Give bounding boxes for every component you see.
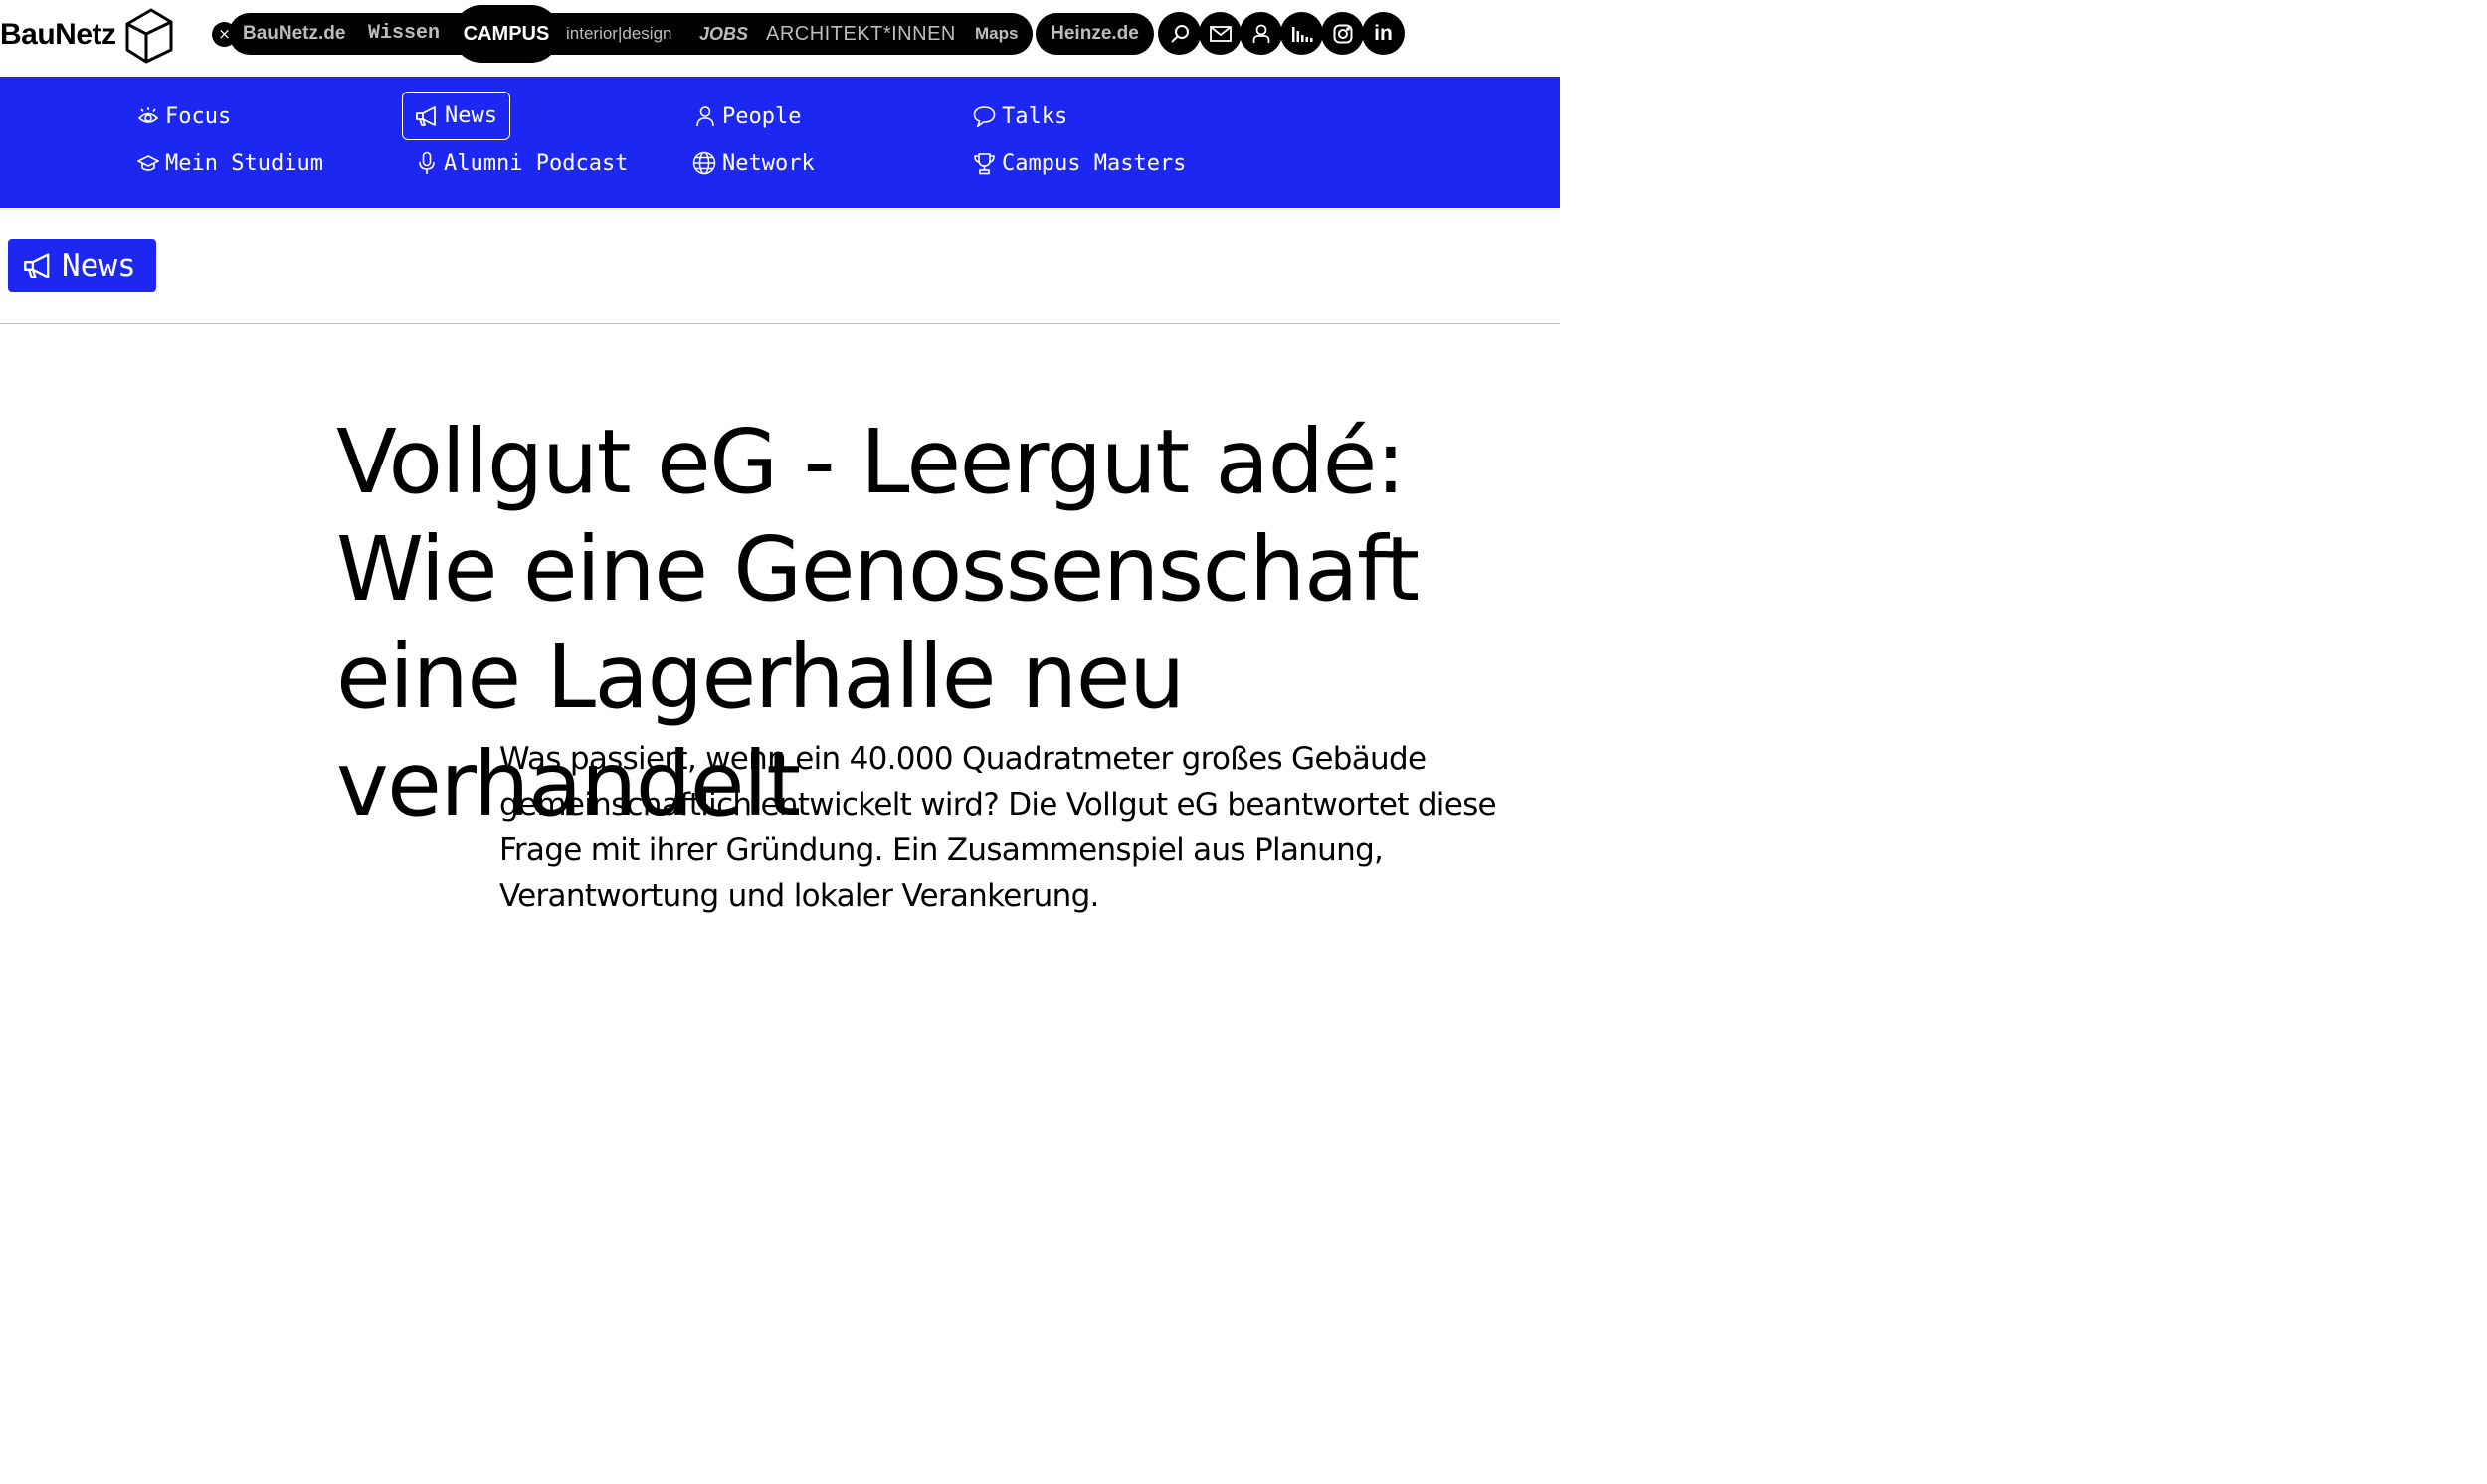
nav-item-label: News [445,103,497,128]
site-link-jobs[interactable]: JOBS [699,13,748,55]
nav-item-network[interactable]: Network [692,147,815,179]
top-bar: BauNetz × BauNetz.de Wissen CAMPUS inter… [0,0,1560,77]
chart-icon [1291,26,1312,42]
site-link-heinze[interactable]: Heinze.de [1036,13,1154,55]
newsletter-button[interactable] [1199,12,1242,55]
campus-nav: Focus Mein Studium News Alumni Podcast P… [0,77,1560,208]
user-icon [1252,24,1269,43]
site-link-interior-design[interactable]: interior|design [566,13,671,55]
nav-item-label: Talks [1002,103,1068,129]
mail-icon [1209,25,1232,42]
nav-item-campus-masters[interactable]: Campus Masters [973,147,1186,179]
microphone-icon [419,151,435,174]
nav-item-mein-studium[interactable]: Mein Studium [137,147,323,179]
nav-item-talks[interactable]: Talks [973,100,1067,132]
person-icon [696,106,714,127]
nav-item-label: Focus [165,103,232,129]
nav-item-label: Mein Studium [165,150,323,176]
site-link-wissen[interactable]: Wissen [368,13,440,55]
megaphone-icon [416,105,436,126]
instagram-button[interactable] [1321,12,1364,55]
search-button[interactable] [1158,12,1201,55]
nav-item-focus[interactable]: Focus [137,100,231,132]
graduation-cap-icon [137,155,159,171]
site-link-maps[interactable]: Maps [975,13,1018,55]
statistics-button[interactable] [1280,12,1323,55]
logo-text: BauNetz [0,18,116,51]
article-lead: Was passiert, wenn ein 40.000 Quadratmet… [499,741,1497,914]
search-icon [1170,24,1189,43]
site-link-architekt-innen[interactable]: ARCHITEKT*INNEN [766,13,956,55]
eye-icon [137,107,159,123]
nav-item-alumni-podcast[interactable]: Alumni Podcast [416,147,628,179]
nav-item-label: People [722,103,802,129]
globe-icon [692,151,716,175]
baunetz-logo[interactable]: BauNetz [0,6,174,64]
nav-item-label: Network [722,150,815,176]
site-link-campus[interactable]: CAMPUS [453,5,560,63]
linkedin-button[interactable]: in [1362,12,1405,55]
section-tag-label: News [62,248,136,283]
section-tag-news[interactable]: News [8,239,156,292]
section-divider [0,323,1560,324]
account-button[interactable] [1240,12,1282,55]
instagram-icon [1333,24,1352,43]
speech-bubble-icon [973,106,996,127]
trophy-icon [974,152,995,174]
nav-item-news[interactable]: News [402,92,510,140]
site-link-baunetz[interactable]: BauNetz.de [243,13,345,55]
linkedin-icon: in [1374,21,1393,45]
nav-item-label: Campus Masters [1002,150,1187,176]
nav-item-people[interactable]: People [694,100,801,132]
nav-item-label: Alumni Podcast [444,150,629,176]
megaphone-icon [24,253,50,278]
cube-icon [125,8,173,64]
